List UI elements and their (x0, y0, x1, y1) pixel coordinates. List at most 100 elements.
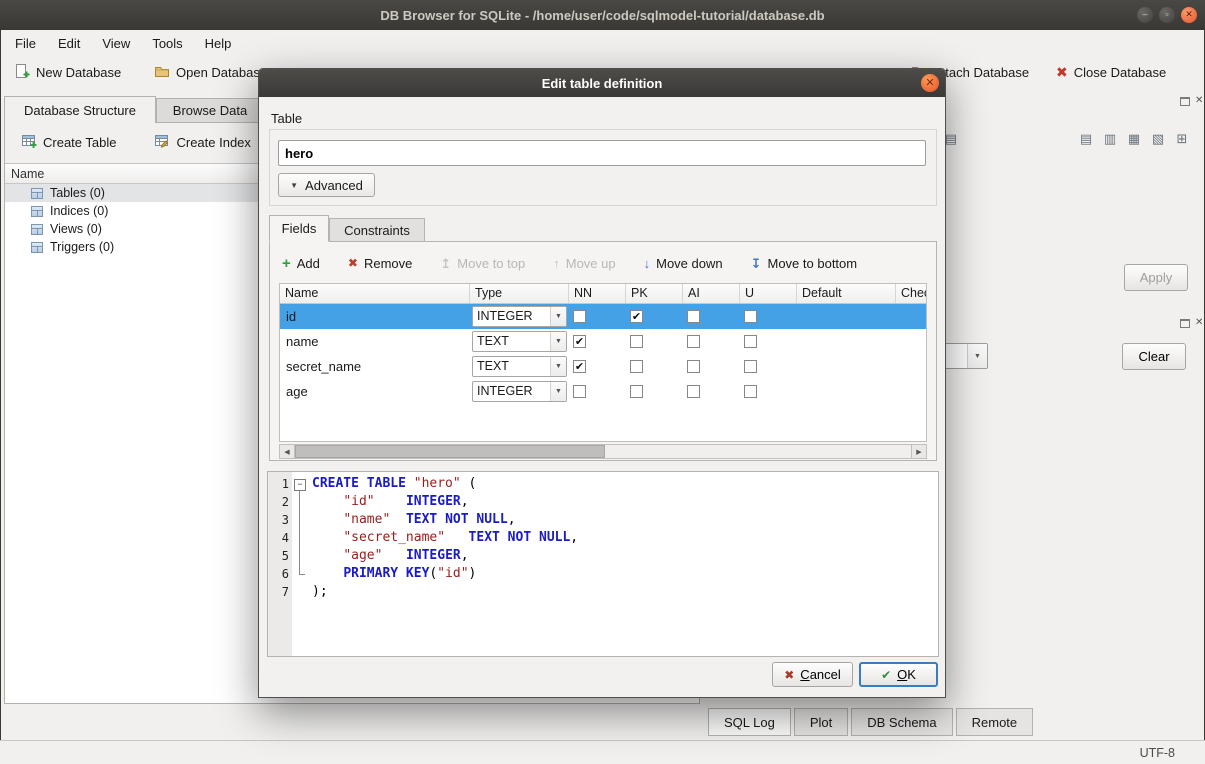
move-to-top-button: ↥Move to top (437, 251, 528, 275)
dock-toolbar-button[interactable]: ▤ (1076, 128, 1096, 150)
close-icon[interactable]: ✕ (1181, 7, 1197, 23)
menu-help[interactable]: Help (194, 32, 243, 55)
u-checkbox[interactable] (744, 360, 757, 373)
dock-toolbar-button[interactable]: ▧ (1148, 128, 1168, 150)
tab-constraints[interactable]: Constraints (329, 218, 425, 242)
cancel-x-icon: ✖ (784, 668, 794, 682)
dock-close-icon[interactable]: ✕ (1195, 96, 1203, 106)
column-header-check[interactable]: Check (896, 284, 927, 303)
scroll-right-icon[interactable]: ▶ (911, 444, 927, 459)
u-cell (740, 379, 797, 404)
minimize-icon[interactable]: – (1137, 7, 1153, 23)
open-folder-icon (154, 63, 170, 82)
fields-toolbar: +Add✖Remove↥Move to top↑Move up↓Move dow… (279, 251, 860, 275)
dock-float-icon[interactable] (1180, 97, 1190, 106)
column-header-nn[interactable]: NN (569, 284, 626, 303)
u-checkbox[interactable] (744, 335, 757, 348)
maximize-icon[interactable]: ▫ (1159, 7, 1175, 23)
nn-cell: ✔ (569, 329, 626, 354)
remove-icon: ✖ (348, 257, 358, 270)
dock-toolbar-button[interactable]: ▦ (1124, 128, 1144, 150)
default-cell (797, 329, 896, 354)
dock-close-icon[interactable]: ✕ (1195, 318, 1203, 328)
pk-checkbox[interactable]: ✔ (630, 310, 643, 323)
cancel-button[interactable]: ✖ Cancel (772, 662, 853, 687)
tree-item-label: Indices (0) (50, 204, 108, 218)
type-combobox[interactable]: TEXT▼ (472, 331, 567, 352)
fold-marker-start[interactable] (292, 475, 308, 493)
move-down-button[interactable]: ↓Move down (641, 251, 726, 275)
nn-checkbox[interactable]: ✔ (573, 335, 586, 348)
add-button[interactable]: +Add (279, 251, 323, 275)
dialog-close-icon[interactable]: ✕ (921, 74, 939, 92)
column-header-pk[interactable]: PK (626, 284, 683, 303)
scrollbar-track[interactable] (295, 444, 911, 459)
tab-database-structure[interactable]: Database Structure (4, 96, 156, 123)
ai-checkbox[interactable] (687, 335, 700, 348)
ai-checkbox[interactable] (687, 310, 700, 323)
tab-fields[interactable]: Fields (269, 215, 329, 242)
type-value: TEXT (473, 357, 550, 376)
scrollbar-thumb[interactable] (295, 445, 605, 458)
table-name-input[interactable] (278, 140, 926, 166)
menu-edit[interactable]: Edit (47, 32, 91, 55)
create-index-button[interactable]: Create Index (148, 129, 256, 156)
type-combobox[interactable]: TEXT▼ (472, 356, 567, 377)
close-database-button[interactable]: ✖ Close Database (1050, 58, 1172, 86)
window-titlebar[interactable]: DB Browser for SQLite - /home/user/code/… (0, 0, 1205, 30)
column-header-ai[interactable]: AI (683, 284, 740, 303)
type-combobox[interactable]: INTEGER▼ (472, 306, 567, 327)
pk-checkbox[interactable] (630, 360, 643, 373)
bottom-tab-remote[interactable]: Remote (956, 708, 1034, 736)
dock-toolbar-button[interactable]: ⊞ (1172, 128, 1192, 150)
apply-button[interactable]: Apply (1124, 264, 1188, 291)
dock-toolbar-button[interactable]: ▥ (1100, 128, 1120, 150)
ai-checkbox[interactable] (687, 385, 700, 398)
u-checkbox[interactable] (744, 310, 757, 323)
fields-toolbar-label: Add (297, 256, 320, 271)
bottom-tab-db-schema[interactable]: DB Schema (851, 708, 952, 736)
create-table-button[interactable]: Create Table (15, 129, 122, 156)
bottom-tab-sql-log[interactable]: SQL Log (708, 708, 791, 736)
open-database-button[interactable]: Open Database (148, 58, 273, 86)
ok-button[interactable]: ✔ OK (859, 662, 938, 687)
edit-cell-toolbar: ▤ ▥ ▦ ▧ ⊞ (1076, 128, 1192, 150)
advanced-toggle-button[interactable]: ▼ Advanced (278, 173, 375, 197)
nn-checkbox[interactable] (573, 310, 586, 323)
pk-checkbox[interactable] (630, 335, 643, 348)
ai-cell (683, 304, 740, 329)
tab-browse-data[interactable]: Browse Data (156, 98, 264, 123)
column-header-name[interactable]: Name (280, 284, 470, 303)
u-checkbox[interactable] (744, 385, 757, 398)
remove-button[interactable]: ✖Remove (345, 251, 415, 275)
sql-editor[interactable]: CREATE TABLE "hero" ( "id" INTEGER, "nam… (308, 472, 938, 656)
menu-file[interactable]: File (4, 32, 47, 55)
bottom-tab-plot[interactable]: Plot (794, 708, 848, 736)
column-header-u[interactable]: U (740, 284, 797, 303)
field-row-id[interactable]: idINTEGER▼✔ (280, 304, 926, 329)
pk-checkbox[interactable] (630, 385, 643, 398)
column-header-default[interactable]: Default (797, 284, 896, 303)
app-window: DB Browser for SQLite - /home/user/code/… (0, 0, 1205, 764)
move-to-bottom-button[interactable]: ↧Move to bottom (748, 251, 861, 275)
type-value: INTEGER (473, 382, 550, 401)
scroll-left-icon[interactable]: ◀ (279, 444, 295, 459)
type-combobox[interactable]: INTEGER▼ (472, 381, 567, 402)
grid-horizontal-scrollbar[interactable]: ◀ ▶ (279, 444, 927, 459)
nn-checkbox[interactable] (573, 385, 586, 398)
line-number: 2 (268, 493, 289, 511)
nn-checkbox[interactable]: ✔ (573, 360, 586, 373)
menu-view[interactable]: View (91, 32, 141, 55)
column-header-type[interactable]: Type (470, 284, 569, 303)
dock-float-icon[interactable] (1180, 319, 1190, 328)
ai-checkbox[interactable] (687, 360, 700, 373)
field-row-age[interactable]: ageINTEGER▼ (280, 379, 926, 404)
new-database-button[interactable]: New Database (8, 58, 127, 86)
field-row-secret-name[interactable]: secret_nameTEXT▼✔ (280, 354, 926, 379)
field-row-name[interactable]: nameTEXT▼✔ (280, 329, 926, 354)
dialog-titlebar[interactable]: Edit table definition ✕ (259, 69, 945, 97)
menu-tools[interactable]: Tools (141, 32, 193, 55)
clear-button[interactable]: Clear (1122, 343, 1186, 370)
check-cell (896, 304, 927, 329)
check-cell (896, 329, 927, 354)
